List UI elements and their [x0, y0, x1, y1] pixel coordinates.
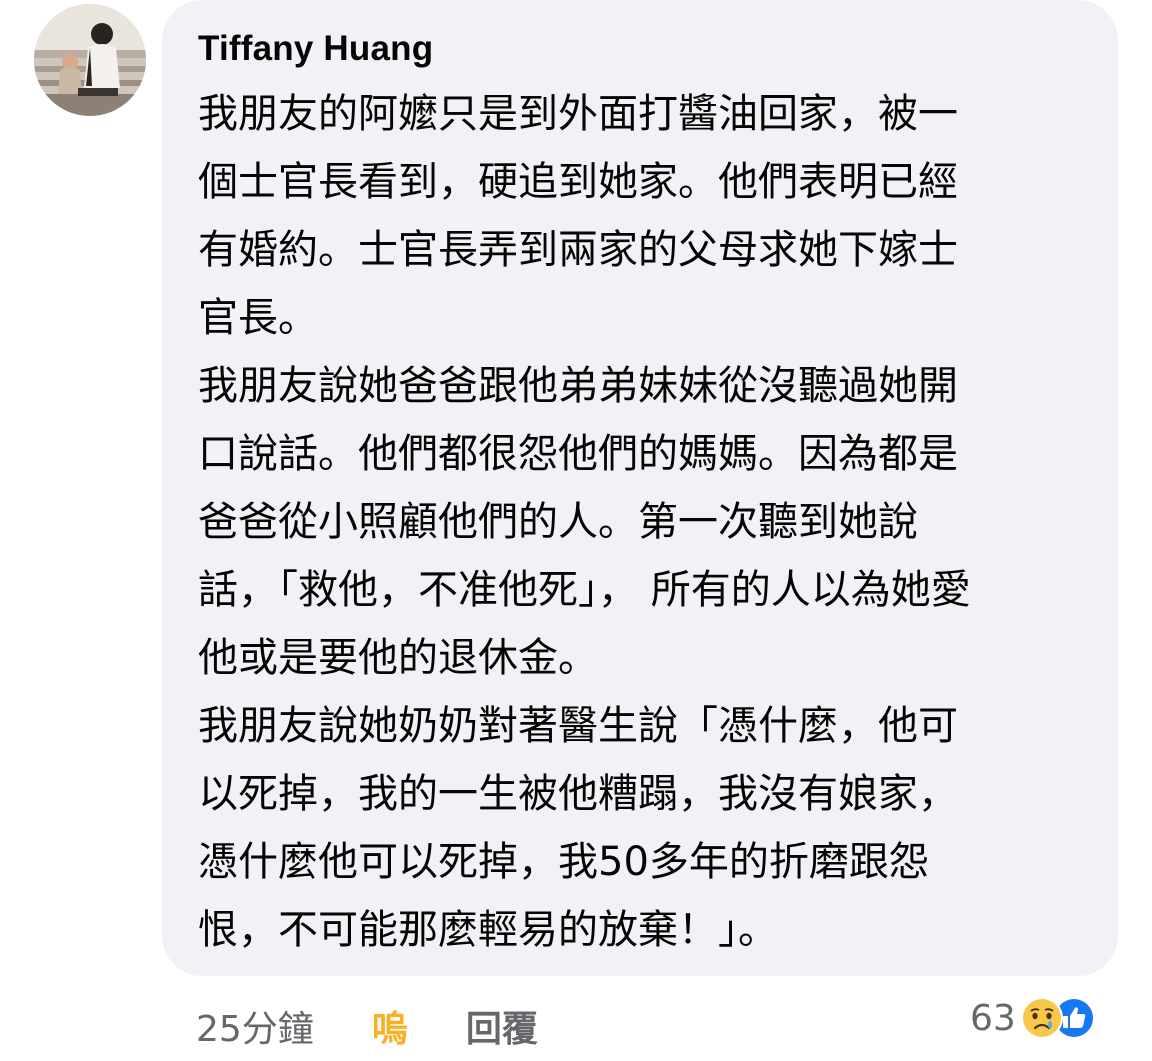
comment-paragraph: 我朋友的阿嬤只是到外面打醬油回家，被一 個士官長看到，硬追到她家。他們表明已經 … — [198, 80, 1088, 352]
comment-text-line: 我朋友的阿嬤只是到外面打醬油回家，被一 — [198, 91, 958, 137]
comment-actions: 25分鐘 嗚 回覆 — [196, 996, 538, 1056]
react-button[interactable]: 嗚 — [372, 1000, 408, 1052]
reaction-icons — [1020, 994, 1096, 1042]
comment-timestamp[interactable]: 25分鐘 — [196, 1000, 314, 1052]
sad-reaction-icon — [1020, 997, 1063, 1039]
comment-text-line: 個士官長看到，硬追到她家。他們表明已經 — [198, 159, 958, 205]
comment-text-line: 恨，不可能那麼輕易的放棄！」。 — [198, 907, 778, 953]
comment-text-line: 憑什麼他可以死掉，我50多年的折磨跟怨 — [198, 839, 929, 885]
comment-text-line: 爸爸從小照顧他們的人。第一次聽到她說 — [198, 499, 918, 545]
comment-text-line: 官長。 — [198, 295, 318, 341]
comment-text-line: 我朋友說她爸爸跟他弟弟妹妹從沒聽過她開 — [198, 363, 958, 409]
reaction-count: 63 — [970, 997, 1016, 1039]
comment-bubble: Tiffany Huang 我朋友的阿嬤只是到外面打醬油回家，被一 個士官長看到… — [162, 0, 1118, 976]
comment-container: Tiffany Huang 我朋友的阿嬤只是到外面打醬油回家，被一 個士官長看到… — [0, 0, 1152, 1061]
comment-text-line: 有婚約。士官長弄到兩家的父母求她下嫁士 — [198, 227, 958, 273]
reaction-summary[interactable]: 63 — [970, 990, 1096, 1046]
avatar-photo — [34, 4, 146, 116]
comment-text-line: 話，「救他，不准他死」， 所有的人以為她愛 — [198, 567, 971, 613]
comment-text-line: 他或是要他的退休金。 — [198, 635, 598, 681]
comment-author-name[interactable]: Tiffany Huang — [198, 26, 1088, 72]
avatar[interactable] — [34, 4, 146, 116]
comment-paragraph: 我朋友說她爸爸跟他弟弟妹妹從沒聽過她開 口說話。他們都很怨他們的媽媽。因為都是 … — [198, 352, 1088, 692]
comment-text-line: 以死掉，我的一生被他糟蹋，我沒有娘家， — [198, 771, 958, 817]
reply-button[interactable]: 回覆 — [466, 1000, 538, 1052]
comment-text-line: 口說話。他們都很怨他們的媽媽。因為都是 — [198, 431, 958, 477]
comment-paragraph: 我朋友說她奶奶對著醫生說「憑什麼，他可 以死掉，我的一生被他糟蹋，我沒有娘家， … — [198, 692, 1088, 964]
comment-text-line: 我朋友說她奶奶對著醫生說「憑什麼，他可 — [198, 703, 958, 749]
